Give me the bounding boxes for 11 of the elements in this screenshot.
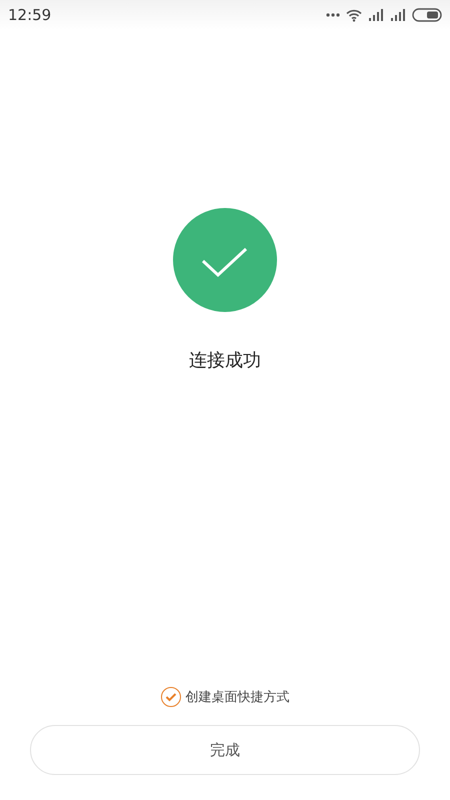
wifi-icon [346,8,362,22]
signal-icon [390,9,406,21]
signal-icon [368,9,384,21]
shortcut-checkbox[interactable]: 创建桌面快捷方式 [160,687,290,707]
done-button[interactable]: 完成 [30,725,420,775]
success-check-icon [173,208,277,312]
check-icon [164,692,176,702]
status-time: 12:59 [8,6,52,24]
battery-icon [412,8,442,22]
success-message: 连接成功 [189,349,261,372]
more-dots-icon [326,12,340,18]
